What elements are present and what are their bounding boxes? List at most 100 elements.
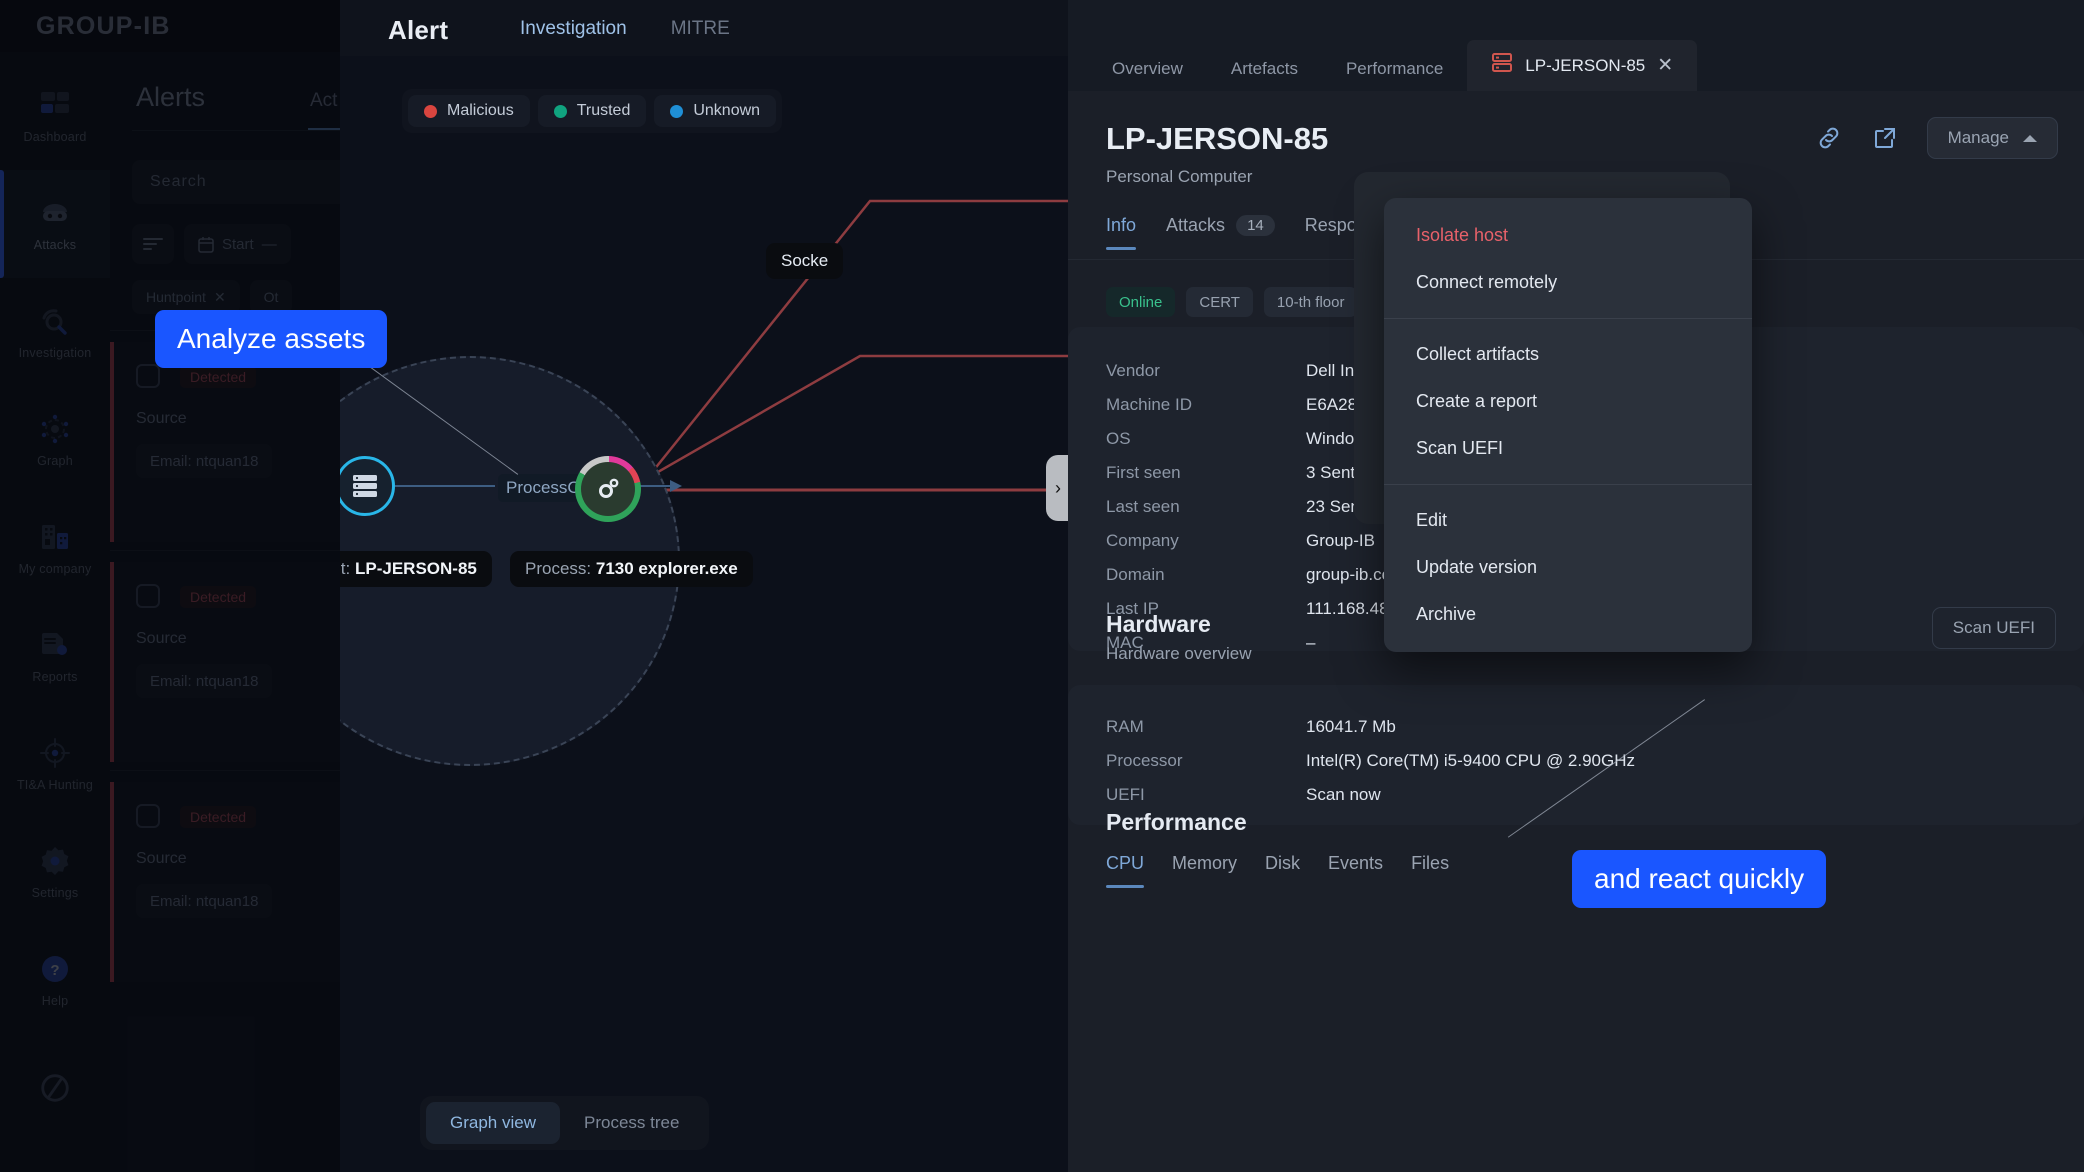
hardware-row: ProcessorIntel(R) Core(TM) i5-9400 CPU @… [1106, 751, 1635, 771]
info-row-key: Vendor [1106, 361, 1306, 381]
hardware-row-key: UEFI [1106, 785, 1306, 805]
graph-legend: Malicious Trusted Unknown [402, 89, 782, 133]
graph-canvas[interactable]: MaliciousTrustedUnknown ProcessCreate [340, 56, 1068, 1172]
menu-item-edit[interactable]: Edit [1384, 497, 1752, 544]
info-row: VendorDell Inc. [1106, 361, 1367, 381]
menu-item-update-version[interactable]: Update version [1384, 544, 1752, 591]
status-tag-online: Online [1106, 287, 1175, 317]
detail-header-actions: Manage [1815, 117, 2058, 159]
info-row-key: First seen [1106, 463, 1306, 483]
performance-tab-files[interactable]: Files [1411, 853, 1449, 888]
menu-item-create-a-report[interactable]: Create a report [1384, 378, 1752, 425]
page-title: Alert [388, 15, 448, 46]
detail-tab-bar: Overview Artefacts Performance LP-JERSON-85… [1068, 47, 2084, 91]
callout-react-quickly: and react quickly [1572, 850, 1826, 908]
detail-tab-label: Performance [1346, 59, 1443, 78]
status-tag-cert: CERT [1186, 287, 1253, 317]
legend-dot-icon [554, 105, 567, 118]
legend-dot-icon [670, 105, 683, 118]
subtab-label: Attacks [1166, 215, 1225, 236]
app-root: GROUP-IB DashboardAttacksInvestigationGr… [0, 0, 2084, 1172]
asset-node-tag: Asset: LP-JERSON-85 [340, 551, 492, 587]
info-row: CompanyGroup-IB [1106, 531, 1375, 551]
asset-node-tag-value: LP-JERSON-85 [355, 559, 477, 578]
asset-node-tag-prefix: Asset: [340, 559, 350, 578]
hardware-row: UEFIScan now [1106, 785, 1381, 805]
menu-divider [1384, 318, 1752, 319]
hardware-row-key: Processor [1106, 751, 1306, 771]
external-link-icon[interactable] [1871, 124, 1899, 152]
hardware-row-value: Intel(R) Core(TM) i5-9400 CPU @ 2.90GHz [1306, 751, 1635, 771]
dim-overlay [0, 0, 340, 1172]
info-row-value: Group-IB [1306, 531, 1375, 551]
panel-collapse-handle[interactable]: › [1046, 455, 1070, 521]
legend-item-trusted[interactable]: Trusted [538, 95, 647, 127]
edge-line-left [395, 485, 495, 487]
info-row-key: Company [1106, 531, 1306, 551]
legend-item-unknown[interactable]: Unknown [654, 95, 776, 127]
subtab-count-badge: 14 [1236, 215, 1275, 236]
subtab-attacks[interactable]: Attacks 14 [1166, 215, 1275, 250]
legend-label: Unknown [693, 102, 760, 120]
detail-tab-overview[interactable]: Overview [1088, 47, 1207, 91]
performance-title: Performance [1106, 809, 1247, 836]
subtab-info[interactable]: Info [1106, 215, 1136, 250]
performance-tab-disk[interactable]: Disk [1265, 853, 1300, 888]
info-row-key: OS [1106, 429, 1306, 449]
info-row-key: Last seen [1106, 497, 1306, 517]
manage-menu: Isolate hostConnect remotely Collect arti… [1384, 198, 1752, 652]
chevron-up-icon [2023, 135, 2037, 142]
menu-item-archive[interactable]: Archive [1384, 591, 1752, 638]
legend-label: Malicious [447, 102, 514, 120]
performance-tab-events[interactable]: Events [1328, 853, 1383, 888]
link-icon[interactable] [1815, 124, 1843, 152]
graph-view-toggle: Graph viewProcess tree [420, 1096, 709, 1150]
close-icon[interactable]: ✕ [1657, 54, 1673, 77]
detail-title: LP-JERSON-85 [1106, 121, 1328, 157]
info-row-value: – [1306, 633, 1315, 653]
legend-dot-icon [424, 105, 437, 118]
detail-tab-artefacts[interactable]: Artefacts [1207, 47, 1322, 91]
info-row-key: Domain [1106, 565, 1306, 585]
hardware-row-value: 16041.7 Mb [1306, 717, 1396, 737]
performance-tab-memory[interactable]: Memory [1172, 853, 1237, 888]
detail-tab-lp-jerson-85[interactable]: LP-JERSON-85 ✕ [1467, 40, 1697, 91]
menu-item-connect-remotely[interactable]: Connect remotely [1384, 259, 1752, 306]
process-node-tag-prefix: Process: [525, 559, 591, 578]
callout-analyze-assets: Analyze assets [155, 310, 387, 368]
menu-item-scan-uefi[interactable]: Scan UEFI [1384, 425, 1752, 472]
manage-button[interactable]: Manage [1927, 117, 2058, 159]
process-node-tag-value: 7130 explorer.exe [596, 559, 738, 578]
workspace: Alert InvestigationMITRE Mark as [340, 0, 2084, 1172]
info-row-key: Machine ID [1106, 395, 1306, 415]
process-node-inner [581, 462, 635, 516]
process-node-tag: Process: 7130 explorer.exe [510, 551, 753, 587]
menu-item-collect-artifacts[interactable]: Collect artifacts [1384, 331, 1752, 378]
status-tag-10-th-floor: 10-th floor [1264, 287, 1358, 317]
detail-tab-label: Overview [1112, 59, 1183, 78]
detail-tab-label: LP-JERSON-85 [1525, 56, 1645, 76]
hardware-title: Hardware [1106, 611, 1211, 638]
detail-tab-performance[interactable]: Performance [1322, 47, 1467, 91]
info-row: Domaingroup-ib.com [1106, 565, 1405, 585]
socket-node-tag: Socke [766, 243, 843, 279]
view-toggle-process-tree[interactable]: Process tree [560, 1102, 703, 1144]
hardware-row-value[interactable]: Scan now [1306, 785, 1381, 805]
hardware-subtitle: Hardware overview [1106, 644, 1252, 664]
gear-icon [593, 474, 623, 504]
process-node[interactable] [575, 456, 641, 522]
menu-item-isolate-host[interactable]: Isolate host [1384, 212, 1752, 259]
view-toggle-graph-view[interactable]: Graph view [426, 1102, 560, 1144]
manage-label: Manage [1948, 128, 2009, 148]
server-icon [1491, 52, 1513, 79]
legend-label: Trusted [577, 102, 631, 120]
performance-tab-cpu[interactable]: CPU [1106, 853, 1144, 888]
legend-item-malicious[interactable]: Malicious [408, 95, 530, 127]
hardware-row-key: RAM [1106, 717, 1306, 737]
subtab-label: Info [1106, 215, 1136, 236]
detail-tab-label: Artefacts [1231, 59, 1298, 78]
scan-uefi-button[interactable]: Scan UEFI [1932, 607, 2056, 649]
menu-divider [1384, 484, 1752, 485]
hardware-row: RAM16041.7 Mb [1106, 717, 1396, 737]
detail-subtitle: Personal Computer [1106, 167, 1252, 187]
